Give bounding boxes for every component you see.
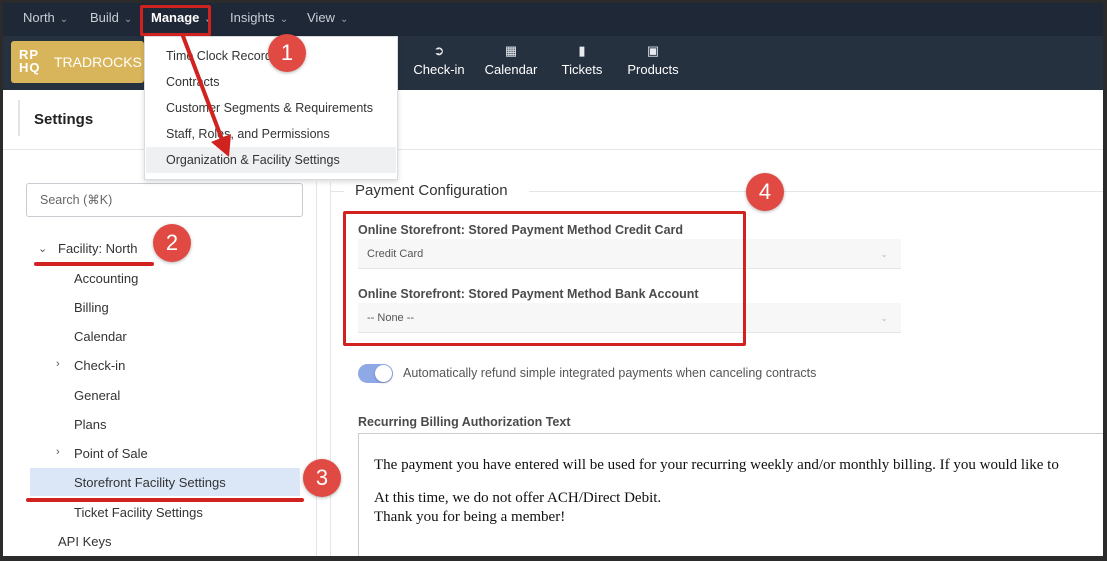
annotation-arrow	[181, 34, 231, 157]
